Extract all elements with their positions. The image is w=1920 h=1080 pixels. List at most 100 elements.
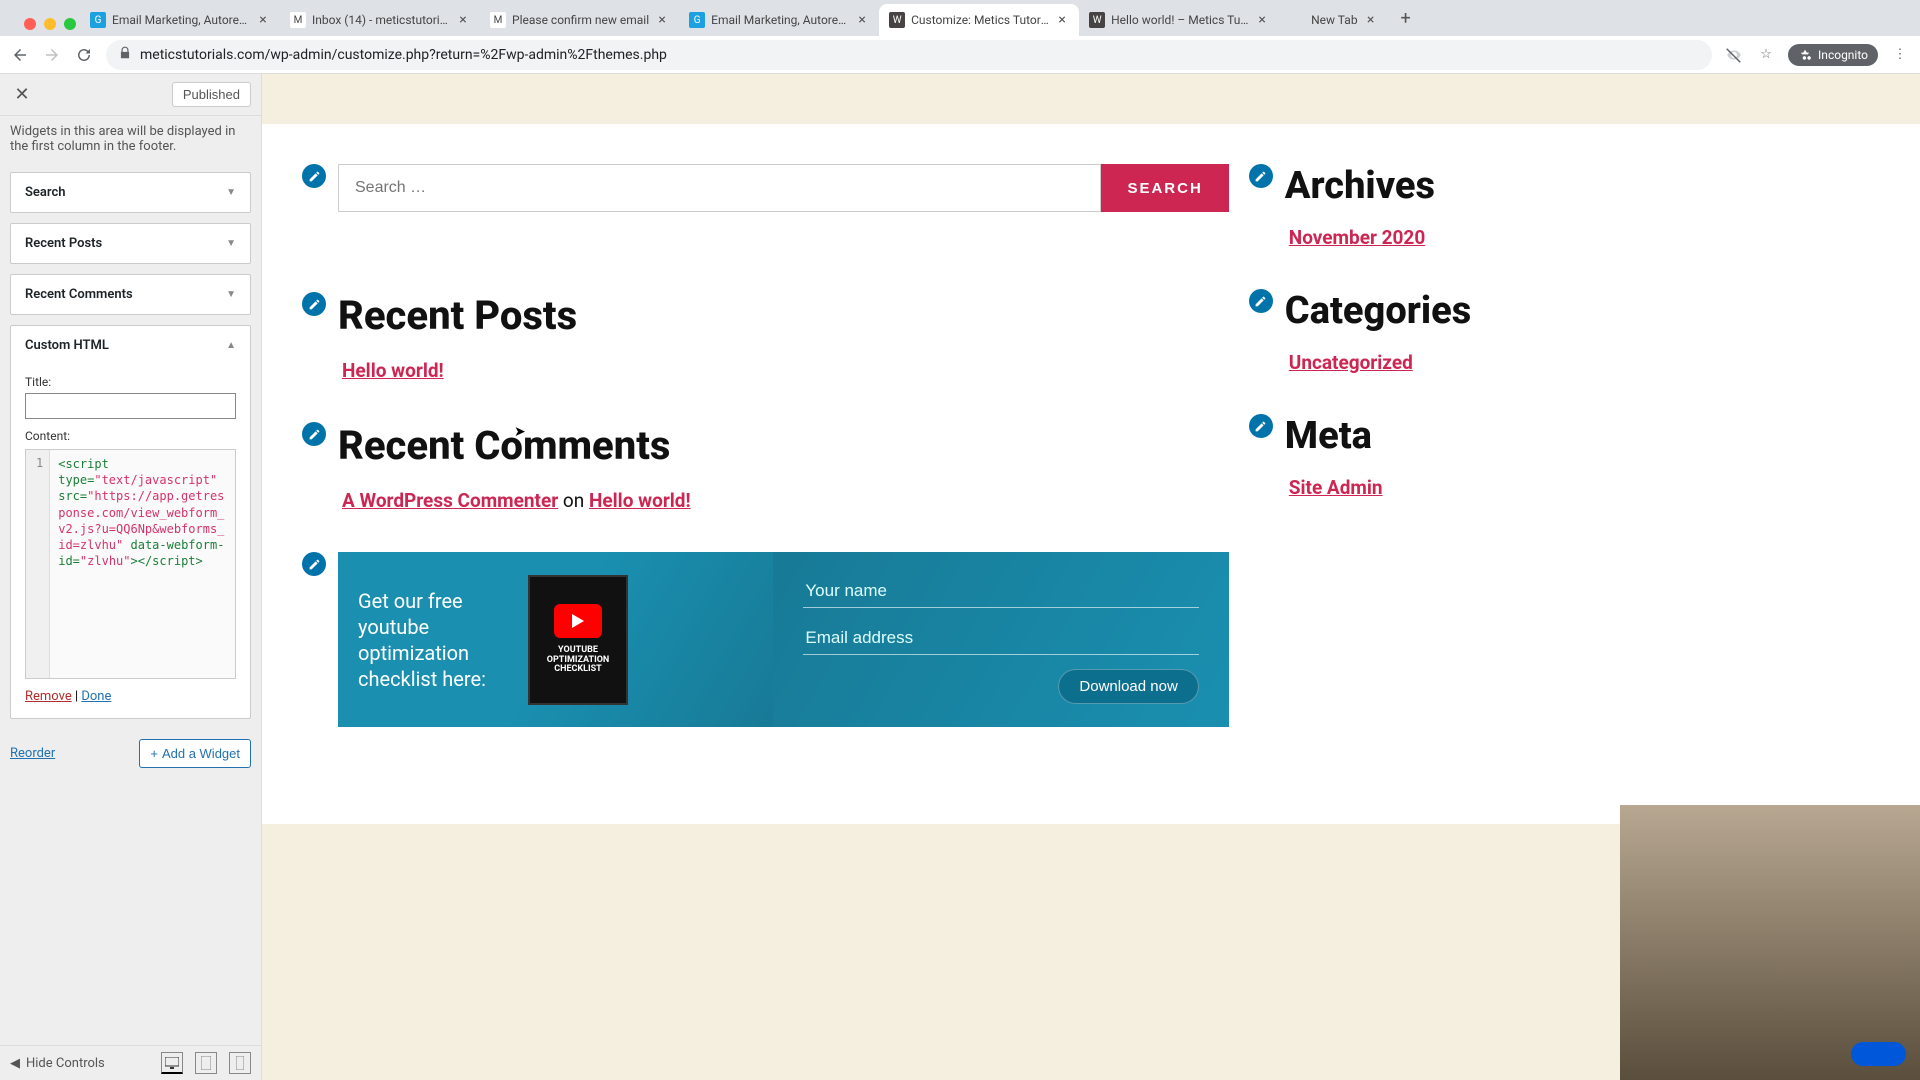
incognito-label: Incognito	[1818, 48, 1868, 62]
tab-title: Customize: Metics Tutorial	[911, 13, 1049, 27]
edit-shortcut-icon[interactable]	[1249, 164, 1273, 188]
tab-close-icon[interactable]: ×	[256, 13, 270, 27]
optin-submit-button[interactable]: Download now	[1058, 669, 1198, 704]
widget-title: Recent Comments	[25, 287, 133, 302]
tab-close-icon[interactable]: ×	[1364, 13, 1378, 27]
edit-shortcut-icon[interactable]	[1249, 289, 1273, 313]
recent-comment-item: A WordPress Commenter on Hello world!	[342, 489, 1229, 512]
comment-author-link[interactable]: A WordPress Commenter	[342, 489, 558, 512]
browser-tab-active[interactable]: WCustomize: Metics Tutorial×	[879, 4, 1079, 36]
incognito-chip[interactable]: Incognito	[1788, 44, 1878, 66]
tablet-preview-icon[interactable]	[195, 1052, 217, 1074]
url-text: meticstutorials.com/wp-admin/customize.p…	[140, 47, 1700, 63]
footer-column-2: Archives November 2020 Categories Uncate…	[1289, 164, 1880, 784]
custom-html-widget-preview: Get our free youtube optimization checkl…	[342, 552, 1229, 727]
close-customizer-button[interactable]: ✕	[10, 84, 34, 105]
custom-html-title-input[interactable]	[25, 393, 236, 419]
window-controls	[12, 10, 88, 38]
address-bar: meticstutorials.com/wp-admin/customize.p…	[0, 36, 1920, 74]
tab-title: New Tab	[1311, 13, 1357, 27]
content-label: Content:	[25, 429, 236, 443]
widget-title: Recent Posts	[25, 236, 102, 251]
archive-link[interactable]: November 2020	[1289, 226, 1880, 249]
browser-tab[interactable]: GEmail Marketing, Autoresp×	[80, 4, 280, 36]
tab-close-icon[interactable]: ×	[855, 13, 869, 27]
code-gutter: 1	[26, 450, 50, 678]
widget-title: Custom HTML	[25, 338, 109, 353]
optin-form: Get our free youtube optimization checkl…	[338, 552, 1229, 727]
widget-custom-html-header[interactable]: Custom HTML▲	[11, 326, 250, 365]
preview-pane[interactable]: SEARCH Recent Posts Hello world! Recent …	[262, 74, 1920, 1080]
favicon-icon: G	[90, 12, 106, 28]
tab-title: Please confirm new email	[512, 13, 649, 27]
tab-title: Email Marketing, Autoresp	[711, 13, 849, 27]
chevron-down-icon: ▼	[226, 187, 236, 198]
edit-shortcut-icon[interactable]	[1249, 414, 1273, 438]
device-preview-icons	[161, 1052, 251, 1074]
meta-link[interactable]: Site Admin	[1289, 476, 1880, 499]
mobile-preview-icon[interactable]	[229, 1052, 251, 1074]
archives-widget: Archives November 2020	[1289, 164, 1880, 249]
optin-left: Get our free youtube optimization checkl…	[338, 552, 773, 727]
window-minimize-icon[interactable]	[44, 18, 56, 30]
browser-tabs: GEmail Marketing, Autoresp× MInbox (14) …	[0, 0, 1920, 36]
favicon-icon: W	[1089, 12, 1105, 28]
tab-title: Inbox (14) - meticstutorials	[312, 13, 450, 27]
eye-off-icon[interactable]	[1724, 45, 1744, 65]
footer-search-button[interactable]: SEARCH	[1101, 164, 1228, 212]
chevron-down-icon: ▼	[226, 238, 236, 249]
forward-button[interactable]	[42, 45, 62, 65]
browser-tab[interactable]: New Tab ×	[1279, 4, 1387, 36]
recent-post-link[interactable]: Hello world!	[342, 359, 444, 382]
edit-shortcut-icon[interactable]	[302, 552, 326, 576]
desktop-preview-icon[interactable]	[161, 1052, 183, 1074]
remove-widget-link[interactable]: Remove	[25, 689, 72, 704]
optin-email-input[interactable]	[803, 622, 1198, 655]
mouse-cursor-icon: ➤	[514, 424, 526, 440]
window-maximize-icon[interactable]	[64, 18, 76, 30]
sidebar-bottom-bar: ◀ Hide Controls	[0, 1045, 261, 1080]
category-link[interactable]: Uncategorized	[1289, 351, 1880, 374]
plus-icon: +	[150, 746, 158, 761]
optin-name-input[interactable]	[803, 575, 1198, 608]
custom-html-code-editor[interactable]: 1 <script type="text/javascript" src="ht…	[25, 449, 236, 679]
star-icon[interactable]: ☆	[1756, 45, 1776, 65]
reload-button[interactable]	[74, 45, 94, 65]
browser-tab[interactable]: GEmail Marketing, Autoresp×	[679, 4, 879, 36]
reorder-link[interactable]: Reorder	[10, 746, 55, 761]
optin-right: Download now	[773, 552, 1228, 727]
browser-tab[interactable]: MInbox (14) - meticstutorials×	[280, 4, 480, 36]
webcam-overlay	[1620, 805, 1920, 1080]
tab-close-icon[interactable]: ×	[655, 13, 669, 27]
back-button[interactable]	[10, 45, 30, 65]
publish-status-button[interactable]: Published	[172, 82, 251, 107]
browser-tab[interactable]: MPlease confirm new email×	[480, 4, 679, 36]
comment-on-text: on	[558, 489, 589, 512]
categories-widget: Categories Uncategorized	[1289, 289, 1880, 374]
new-tab-button[interactable]: +	[1392, 4, 1420, 32]
comment-post-link[interactable]: Hello world!	[589, 489, 691, 512]
edit-shortcut-icon[interactable]	[302, 164, 326, 188]
optin-headline: Get our free youtube optimization checkl…	[358, 588, 508, 692]
menu-icon[interactable]: ⋮	[1890, 45, 1910, 65]
widget-search[interactable]: Search▼	[10, 172, 251, 213]
code-content[interactable]: <script type="text/javascript" src="http…	[50, 450, 235, 678]
url-field[interactable]: meticstutorials.com/wp-admin/customize.p…	[106, 40, 1712, 70]
tab-close-icon[interactable]: ×	[456, 13, 470, 27]
done-widget-link[interactable]: Done	[81, 689, 111, 704]
browser-tab[interactable]: WHello world! – Metics Tuto×	[1079, 4, 1279, 36]
window-close-icon[interactable]	[24, 18, 36, 30]
tab-close-icon[interactable]: ×	[1255, 13, 1269, 27]
add-widget-button[interactable]: +Add a Widget	[139, 739, 251, 768]
sidebar-header: ✕ Published	[0, 74, 261, 116]
play-icon	[554, 604, 602, 638]
recent-posts-heading: Recent Posts	[338, 292, 577, 339]
chevron-left-icon: ◀	[10, 1056, 20, 1071]
hide-controls-button[interactable]: ◀ Hide Controls	[10, 1056, 105, 1071]
widget-recent-posts[interactable]: Recent Posts ▼	[10, 223, 251, 264]
tab-close-icon[interactable]: ×	[1055, 13, 1069, 27]
widget-recent-comments[interactable]: Recent Comments▼	[10, 274, 251, 315]
edit-shortcut-icon[interactable]	[302, 422, 326, 446]
footer-search-input[interactable]	[338, 164, 1101, 212]
edit-shortcut-icon[interactable]	[302, 292, 326, 316]
